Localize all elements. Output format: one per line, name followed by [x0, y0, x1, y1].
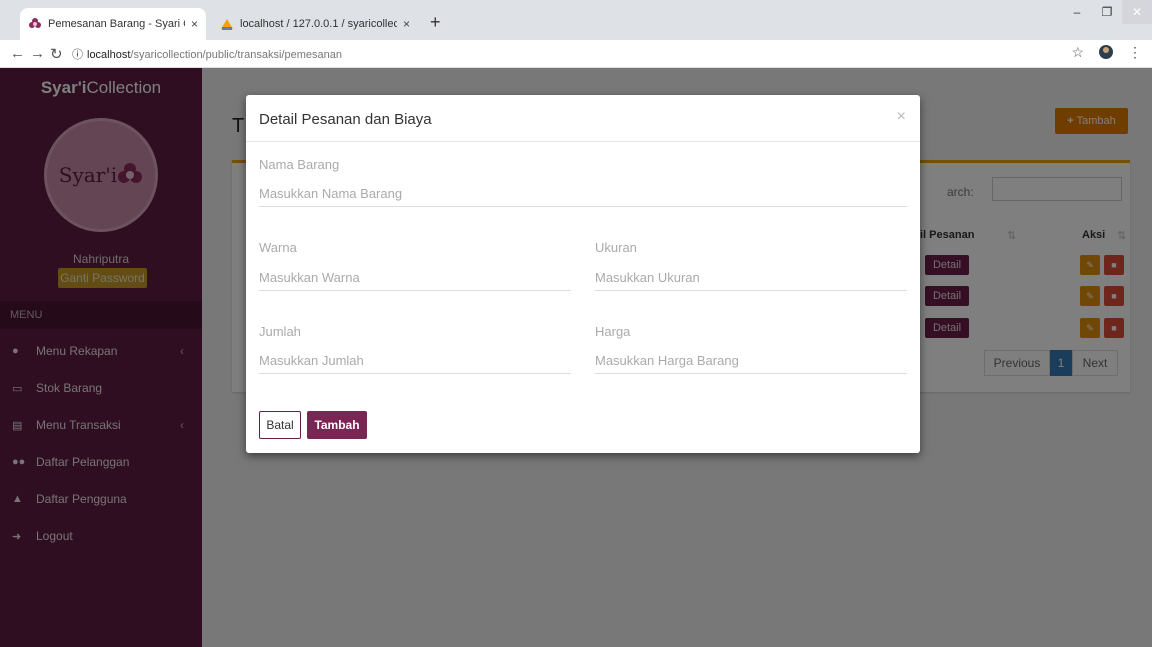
back-arrow-icon[interactable]: ← — [10, 45, 25, 62]
nama-barang-input[interactable] — [259, 181, 907, 207]
modal-title: Detail Pesanan dan Biaya — [259, 111, 432, 128]
cancel-button[interactable]: Batal — [259, 411, 301, 439]
url-host: localhost — [87, 49, 131, 61]
close-window-icon[interactable]: ✕ — [1122, 0, 1152, 24]
nama-barang-label: Nama Barang — [259, 157, 340, 172]
browser-tab-phpmyadmin[interactable]: localhost / 127.0.0.1 / syaricollect × — [212, 8, 418, 40]
browser-tab-title: Pemesanan Barang - Syari Collec — [48, 18, 185, 30]
order-detail-modal: Detail Pesanan dan Biaya × Nama Barang W… — [246, 95, 920, 453]
menu-kebab-icon[interactable]: ⋮ — [1128, 44, 1142, 63]
address-bar: ← → ↻ ⓘ localhost/syaricollection/public/… — [0, 40, 1152, 68]
new-tab-button[interactable]: + — [430, 12, 441, 33]
bookmark-star-icon[interactable]: ☆ — [1071, 44, 1084, 63]
browser-tab-pemesanan[interactable]: Pemesanan Barang - Syari Collec × — [20, 8, 206, 40]
browser-tabstrip: Pemesanan Barang - Syari Collec × localh… — [0, 0, 1152, 40]
submit-button[interactable]: Tambah — [307, 411, 367, 439]
close-tab-icon[interactable]: × — [191, 17, 198, 31]
minimize-icon[interactable]: – — [1062, 0, 1092, 24]
forward-arrow-icon[interactable]: → — [30, 45, 45, 62]
warna-input[interactable] — [259, 265, 571, 291]
ukuran-input[interactable] — [595, 265, 907, 291]
close-tab-icon[interactable]: × — [403, 17, 410, 31]
flower-favicon-icon — [28, 17, 42, 31]
phpmyadmin-favicon-icon — [220, 17, 234, 31]
ukuran-label: Ukuran — [595, 240, 637, 255]
url-field[interactable]: ⓘ localhost/syaricollection/public/transa… — [72, 46, 342, 62]
harga-label: Harga — [595, 324, 631, 339]
close-icon[interactable]: × — [897, 108, 906, 126]
info-icon[interactable]: ⓘ — [72, 49, 83, 61]
url-path: /syaricollection/public/transaksi/pemesa… — [130, 49, 342, 61]
browser-tab-title: localhost / 127.0.0.1 / syaricollect — [240, 18, 397, 30]
window-controls: – ❐ ✕ — [1062, 0, 1152, 24]
warna-label: Warna — [259, 240, 297, 255]
reload-icon[interactable]: ↻ — [50, 45, 63, 63]
profile-avatar-icon[interactable] — [1098, 44, 1114, 63]
restore-icon[interactable]: ❐ — [1092, 0, 1122, 24]
harga-input[interactable] — [595, 348, 907, 374]
jumlah-label: Jumlah — [259, 324, 301, 339]
modal-header: Detail Pesanan dan Biaya × — [246, 95, 920, 142]
jumlah-input[interactable] — [259, 348, 571, 374]
